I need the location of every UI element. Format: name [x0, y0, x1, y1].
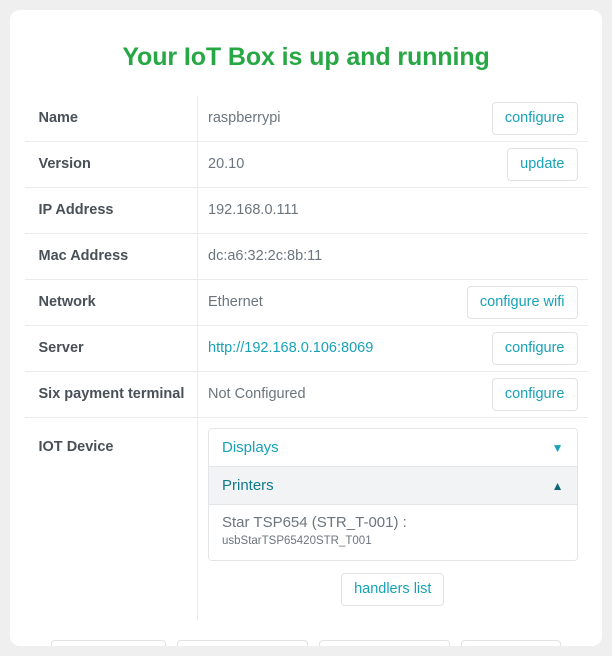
table-row: Six payment terminal Not Configured conf… — [25, 372, 588, 418]
printer-name: Star TSP654 (STR_T-001) : — [222, 514, 564, 533]
row-value-network: Ethernet — [208, 292, 263, 312]
row-value-name: raspberrypi — [208, 108, 281, 128]
row-value-cell: http://192.168.0.106:8069 configure — [198, 326, 588, 372]
row-label-version: Version — [25, 142, 198, 188]
accordion-label-printers: Printers — [222, 477, 274, 494]
accordion-body-printers: Star TSP654 (STR_T-001) : usbStarTSP6542… — [209, 505, 577, 560]
credential-button[interactable]: Credential — [461, 640, 561, 646]
configure-wifi-button[interactable]: configure wifi — [467, 286, 578, 319]
pos-display-button[interactable]: POS Display — [51, 640, 166, 646]
remote-debug-button[interactable]: Remote Debug — [177, 640, 308, 646]
row-label-six-payment-terminal: Six payment terminal — [25, 372, 198, 418]
table-row: Mac Address dc:a6:32:2c:8b:11 — [25, 234, 588, 280]
table-row: Server http://192.168.0.106:8069 configu… — [25, 326, 588, 372]
chevron-down-icon: ▼ — [552, 442, 564, 454]
iot-device-accordion: Displays ▼ Printers ▲ Star TSP654 (STR_T… — [208, 428, 578, 561]
chevron-up-icon: ▲ — [552, 480, 564, 492]
accordion-label-displays: Displays — [222, 439, 279, 456]
row-label-iot-device: IOT Device — [25, 418, 198, 620]
table-row-iot-device: IOT Device Displays ▼ Printers ▲ — [25, 418, 588, 620]
configure-server-button[interactable]: configure — [492, 332, 578, 365]
table-row: IP Address 192.168.0.111 — [25, 188, 588, 234]
row-value-cell: 20.10 update — [198, 142, 588, 188]
table-row: Network Ethernet configure wifi — [25, 280, 588, 326]
list-item: Star TSP654 (STR_T-001) : usbStarTSP6542… — [222, 514, 564, 549]
configure-name-button[interactable]: configure — [492, 102, 578, 135]
configure-six-payment-button[interactable]: configure — [492, 378, 578, 411]
page-title: Your IoT Box is up and running — [10, 10, 602, 72]
table-row: Version 20.10 update — [25, 142, 588, 188]
row-value-cell: raspberrypi configure — [198, 96, 588, 142]
row-label-server: Server — [25, 326, 198, 372]
table-row: Name raspberrypi configure — [25, 96, 588, 142]
row-label-mac-address: Mac Address — [25, 234, 198, 280]
footer-action-bar: POS Display Remote Debug Printers server… — [10, 640, 602, 646]
row-value-mac-address: dc:a6:32:2c:8b:11 — [208, 246, 322, 266]
row-value-cell: Not Configured configure — [198, 372, 588, 418]
row-label-ip-address: IP Address — [25, 188, 198, 234]
row-label-name: Name — [25, 96, 198, 142]
accordion-header-printers[interactable]: Printers ▲ — [209, 466, 577, 505]
handlers-list-button[interactable]: handlers list — [341, 573, 444, 606]
row-value-cell: 192.168.0.111 — [198, 188, 588, 234]
printers-server-button[interactable]: Printers server — [319, 640, 450, 646]
accordion-header-displays[interactable]: Displays ▼ — [209, 429, 577, 466]
update-version-button[interactable]: update — [507, 148, 577, 181]
device-info-table: Name raspberrypi configure Version 20.10… — [25, 96, 588, 620]
row-label-network: Network — [25, 280, 198, 326]
printer-identifier: usbStarTSP65420STR_T001 — [222, 534, 564, 549]
iot-box-status-card: Your IoT Box is up and running Name rasp… — [10, 10, 602, 646]
row-value-ip-address: 192.168.0.111 — [208, 200, 299, 220]
handlers-list-row: handlers list — [208, 573, 578, 606]
iot-device-cell: Displays ▼ Printers ▲ Star TSP654 (STR_T… — [198, 418, 588, 620]
row-value-cell: Ethernet configure wifi — [198, 280, 588, 326]
server-url-link[interactable]: http://192.168.0.106:8069 — [208, 338, 373, 358]
row-value-six-payment-terminal: Not Configured — [208, 384, 306, 404]
row-value-version: 20.10 — [208, 154, 244, 174]
row-value-cell: dc:a6:32:2c:8b:11 — [198, 234, 588, 280]
